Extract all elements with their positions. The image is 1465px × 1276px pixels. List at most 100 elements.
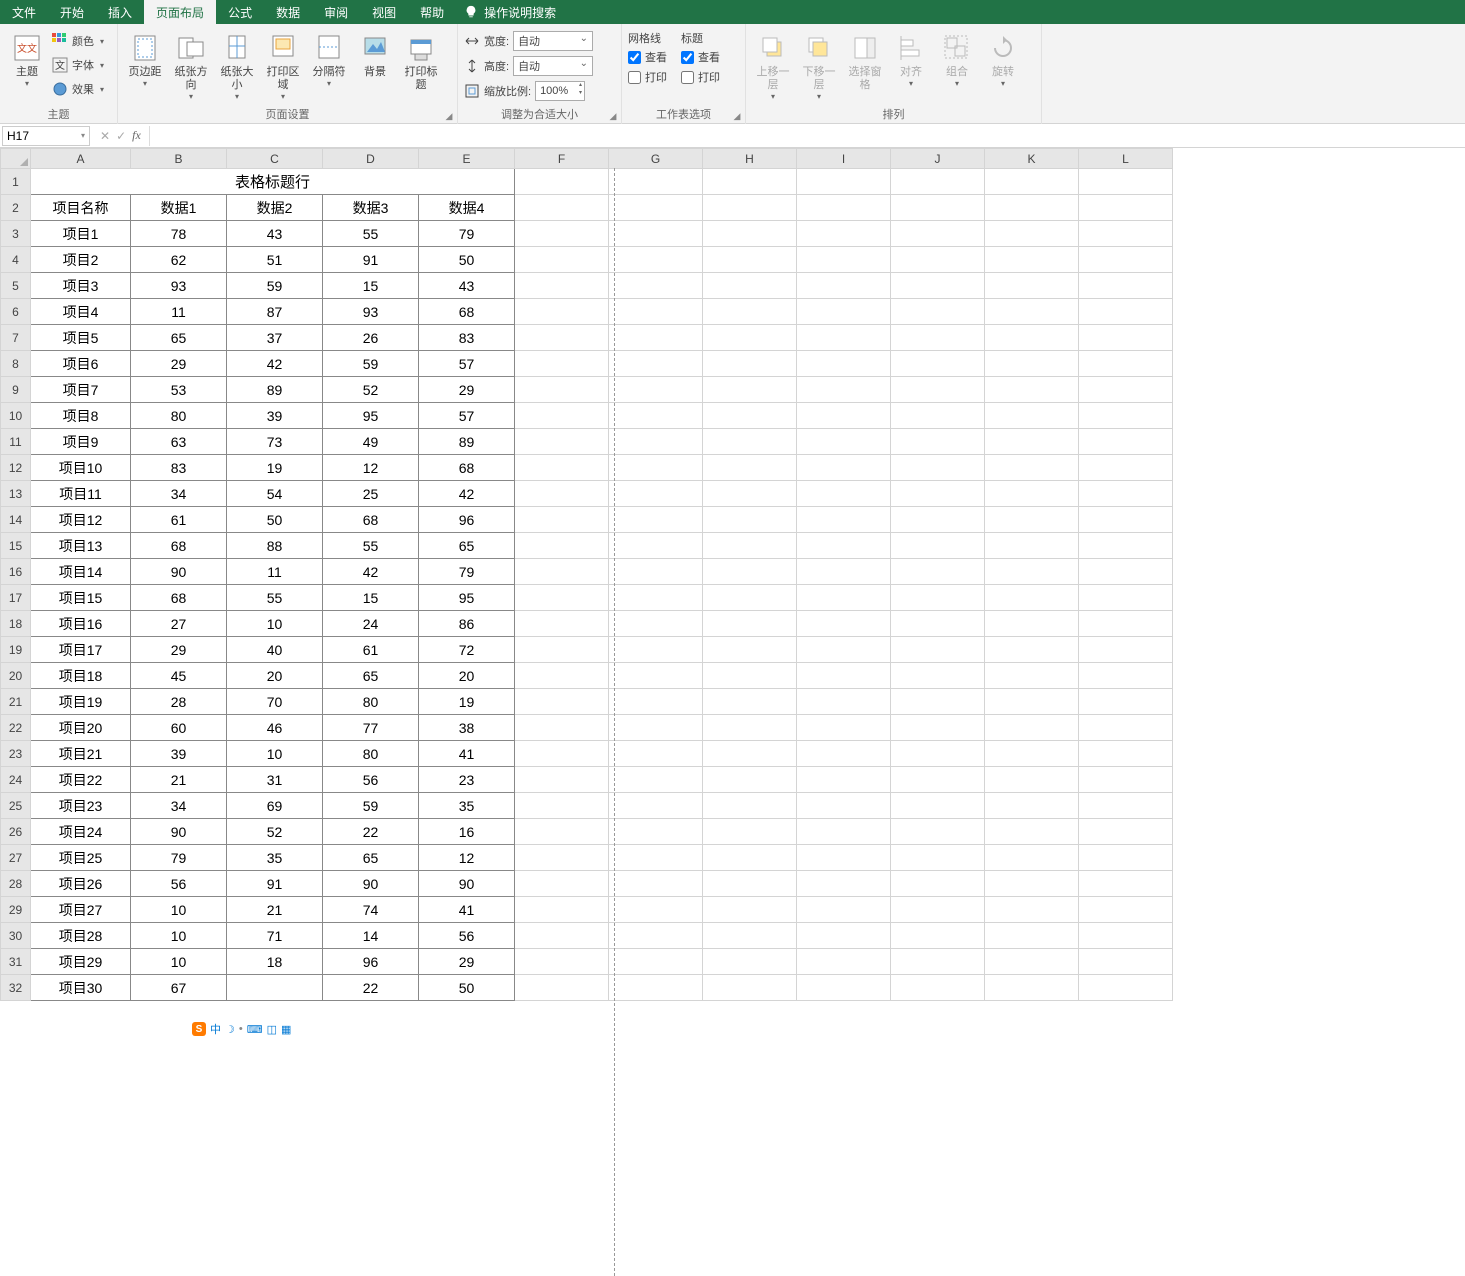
cell-L26[interactable]: [1079, 819, 1173, 845]
cell-C10[interactable]: 39: [227, 403, 323, 429]
cell-J30[interactable]: [891, 923, 985, 949]
row-header-4[interactable]: 4: [1, 247, 31, 273]
row-header-25[interactable]: 25: [1, 793, 31, 819]
cell-D31[interactable]: 96: [323, 949, 419, 975]
cell-J18[interactable]: [891, 611, 985, 637]
cell-D9[interactable]: 52: [323, 377, 419, 403]
formula-input[interactable]: [150, 126, 1465, 146]
cell-B13[interactable]: 34: [131, 481, 227, 507]
row-header-9[interactable]: 9: [1, 377, 31, 403]
row-header-23[interactable]: 23: [1, 741, 31, 767]
col-header-D[interactable]: D: [323, 149, 419, 169]
menu-tab-0[interactable]: 文件: [0, 0, 48, 24]
cell-E21[interactable]: 19: [419, 689, 515, 715]
cell-C31[interactable]: 18: [227, 949, 323, 975]
cell-K29[interactable]: [985, 897, 1079, 923]
cell-C8[interactable]: 42: [227, 351, 323, 377]
cell-H6[interactable]: [703, 299, 797, 325]
cell-E2[interactable]: 数据4: [419, 195, 515, 221]
cell-L24[interactable]: [1079, 767, 1173, 793]
cell-J24[interactable]: [891, 767, 985, 793]
cell-A31[interactable]: 项目29: [31, 949, 131, 975]
cell-B5[interactable]: 93: [131, 273, 227, 299]
cell-K10[interactable]: [985, 403, 1079, 429]
cell-J15[interactable]: [891, 533, 985, 559]
cell-E3[interactable]: 79: [419, 221, 515, 247]
cell-H5[interactable]: [703, 273, 797, 299]
cell-C32[interactable]: [227, 975, 323, 1001]
cell-I25[interactable]: [797, 793, 891, 819]
cell-C7[interactable]: 37: [227, 325, 323, 351]
row-header-13[interactable]: 13: [1, 481, 31, 507]
cell-K7[interactable]: [985, 325, 1079, 351]
cell-E19[interactable]: 72: [419, 637, 515, 663]
cell-L31[interactable]: [1079, 949, 1173, 975]
cell-I20[interactable]: [797, 663, 891, 689]
cell-I10[interactable]: [797, 403, 891, 429]
print-area-button[interactable]: 打印区域▾: [262, 30, 304, 103]
cell-K15[interactable]: [985, 533, 1079, 559]
cell-G3[interactable]: [609, 221, 703, 247]
cell-I23[interactable]: [797, 741, 891, 767]
sheet-area[interactable]: ABCDEFGHIJKL1表格标题行2项目名称数据1数据2数据3数据43项目17…: [0, 148, 1465, 1276]
cell-D15[interactable]: 55: [323, 533, 419, 559]
cell-B23[interactable]: 39: [131, 741, 227, 767]
cell-L18[interactable]: [1079, 611, 1173, 637]
cell-I28[interactable]: [797, 871, 891, 897]
cell-A1[interactable]: 表格标题行: [31, 169, 515, 195]
cell-H11[interactable]: [703, 429, 797, 455]
cell-L30[interactable]: [1079, 923, 1173, 949]
cell-B16[interactable]: 90: [131, 559, 227, 585]
cell-F21[interactable]: [515, 689, 609, 715]
cell-K24[interactable]: [985, 767, 1079, 793]
cell-A23[interactable]: 项目21: [31, 741, 131, 767]
ime-crop-icon[interactable]: ◫: [267, 1023, 277, 1036]
cell-I14[interactable]: [797, 507, 891, 533]
cell-H25[interactable]: [703, 793, 797, 819]
cell-G5[interactable]: [609, 273, 703, 299]
cell-E14[interactable]: 96: [419, 507, 515, 533]
cell-C26[interactable]: 52: [227, 819, 323, 845]
cell-J31[interactable]: [891, 949, 985, 975]
cell-A29[interactable]: 项目27: [31, 897, 131, 923]
cell-H17[interactable]: [703, 585, 797, 611]
cell-F28[interactable]: [515, 871, 609, 897]
cell-I29[interactable]: [797, 897, 891, 923]
menu-tab-2[interactable]: 插入: [96, 0, 144, 24]
cell-E20[interactable]: 20: [419, 663, 515, 689]
cell-I5[interactable]: [797, 273, 891, 299]
cell-D2[interactable]: 数据3: [323, 195, 419, 221]
row-header-8[interactable]: 8: [1, 351, 31, 377]
ime-keyboard-icon[interactable]: ⌨: [247, 1023, 263, 1036]
cell-D22[interactable]: 77: [323, 715, 419, 741]
cell-C5[interactable]: 59: [227, 273, 323, 299]
row-header-20[interactable]: 20: [1, 663, 31, 689]
cell-L13[interactable]: [1079, 481, 1173, 507]
cell-G11[interactable]: [609, 429, 703, 455]
cell-E5[interactable]: 43: [419, 273, 515, 299]
cell-G12[interactable]: [609, 455, 703, 481]
cell-C28[interactable]: 91: [227, 871, 323, 897]
cell-L32[interactable]: [1079, 975, 1173, 1001]
cell-A13[interactable]: 项目11: [31, 481, 131, 507]
cell-C2[interactable]: 数据2: [227, 195, 323, 221]
cell-A4[interactable]: 项目2: [31, 247, 131, 273]
cell-B3[interactable]: 78: [131, 221, 227, 247]
cell-E11[interactable]: 89: [419, 429, 515, 455]
cell-G4[interactable]: [609, 247, 703, 273]
cell-F18[interactable]: [515, 611, 609, 637]
cell-A14[interactable]: 项目12: [31, 507, 131, 533]
cell-B6[interactable]: 11: [131, 299, 227, 325]
cell-K23[interactable]: [985, 741, 1079, 767]
cell-C18[interactable]: 10: [227, 611, 323, 637]
cell-F15[interactable]: [515, 533, 609, 559]
cell-E12[interactable]: 68: [419, 455, 515, 481]
cell-K4[interactable]: [985, 247, 1079, 273]
cell-D10[interactable]: 95: [323, 403, 419, 429]
cell-D28[interactable]: 90: [323, 871, 419, 897]
cell-A20[interactable]: 项目18: [31, 663, 131, 689]
cell-D12[interactable]: 12: [323, 455, 419, 481]
cell-I32[interactable]: [797, 975, 891, 1001]
cell-D16[interactable]: 42: [323, 559, 419, 585]
cell-K3[interactable]: [985, 221, 1079, 247]
